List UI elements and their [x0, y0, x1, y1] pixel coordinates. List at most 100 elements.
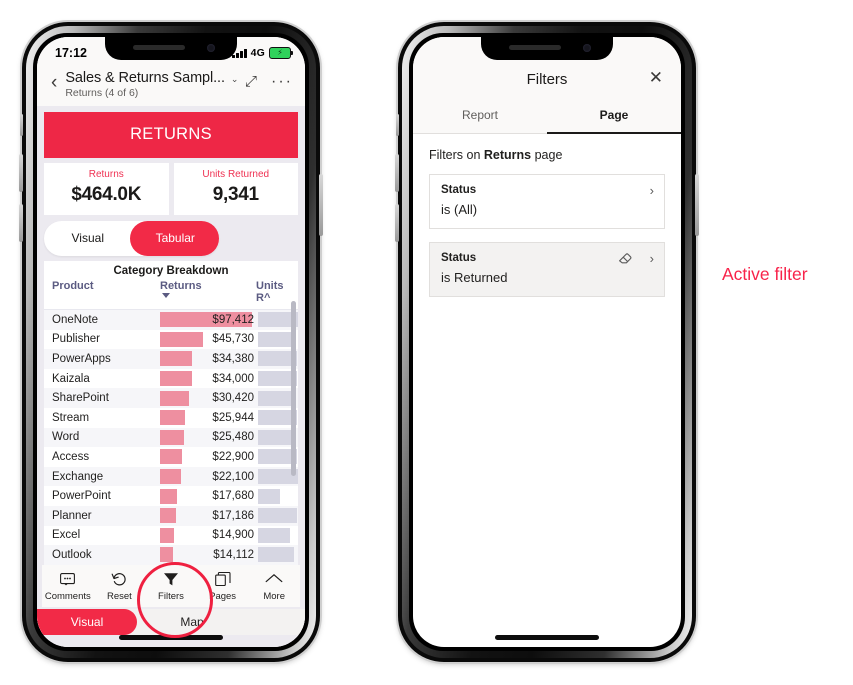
- cell-units-returned: [256, 312, 298, 328]
- cell-product: Publisher: [52, 333, 100, 346]
- annotation-circle-filters: [137, 562, 213, 638]
- tab-page[interactable]: Page: [547, 100, 681, 134]
- column-header-units-returned[interactable]: Units R^: [256, 280, 290, 304]
- column-header-product[interactable]: Product: [52, 280, 160, 304]
- earpiece-speaker: [133, 45, 185, 50]
- cell-product: SharePoint: [52, 392, 109, 405]
- filter-card-status-all[interactable]: Status is (All) ›: [429, 174, 665, 229]
- cell-product: Access: [52, 450, 90, 463]
- cell-units-returned: [256, 331, 297, 347]
- table-row[interactable]: SharePoint $30,420: [44, 388, 298, 408]
- cell-returns: $34,380: [160, 351, 256, 367]
- cell-returns: $34,000: [160, 371, 256, 387]
- toggle-option-tabular[interactable]: Tabular: [132, 221, 220, 256]
- network-label: 4G: [250, 47, 265, 59]
- cell-units-returned: [256, 527, 290, 543]
- cell-returns-value: $25,944: [212, 411, 254, 424]
- back-icon[interactable]: ‹: [49, 68, 65, 92]
- cell-returns: $17,680: [160, 488, 256, 504]
- cell-returns-value: $34,000: [212, 372, 254, 385]
- cell-units-returned: [256, 488, 290, 504]
- table-row[interactable]: PowerApps $34,380: [44, 349, 298, 369]
- units-bar: [258, 488, 281, 504]
- close-x-icon[interactable]: ✕: [649, 69, 663, 86]
- cell-product: Exchange: [52, 470, 104, 483]
- home-indicator[interactable]: [495, 635, 599, 640]
- header-actions: ⤢ ···: [245, 68, 293, 90]
- cell-returns-value: $17,680: [212, 490, 254, 503]
- table-row[interactable]: Access $22,900: [44, 447, 298, 467]
- table-row[interactable]: Exchange $22,100: [44, 466, 298, 487]
- right-phone-inner-frame: Filters ✕ Report Page Filters on Returns…: [409, 33, 685, 651]
- chevron-right-icon[interactable]: ›: [650, 251, 654, 266]
- table-row[interactable]: Stream $25,944: [44, 408, 298, 428]
- filter-card-status-returned[interactable]: Status is Returned ›: [429, 242, 665, 297]
- more-horizontal-icon[interactable]: ···: [271, 73, 293, 89]
- returns-bar: [160, 527, 175, 543]
- table-row[interactable]: PowerPoint $17,680: [44, 486, 298, 506]
- cell-product: OneNote: [52, 313, 99, 326]
- cell-units-returned: [256, 390, 297, 406]
- table-row[interactable]: Publisher $45,730: [44, 330, 298, 350]
- chevron-right-icon[interactable]: ›: [650, 183, 654, 198]
- table-row[interactable]: Word $25,480: [44, 427, 298, 448]
- cell-returns: $17,186: [160, 508, 256, 524]
- kpi-row: Returns $464.0K Units Returned 9,341: [44, 163, 298, 215]
- volume-up-button: [19, 154, 23, 192]
- cell-units-returned: [256, 508, 297, 524]
- page-subtitle: Returns (4 of 6): [65, 87, 139, 99]
- units-bar: [258, 429, 293, 445]
- kpi-label: Returns: [88, 169, 124, 180]
- cell-returns: $25,944: [160, 410, 256, 426]
- toggle-option-visual[interactable]: Visual: [44, 221, 132, 256]
- annotation-active-filter-label: Active filter: [722, 264, 808, 284]
- column-truncation-caret: ^: [263, 292, 271, 304]
- table-row[interactable]: Excel $14,900: [44, 526, 298, 546]
- kpi-card-units-returned[interactable]: Units Returned 9,341: [173, 163, 298, 215]
- report-title-row[interactable]: Sales & Returns Sampl... ⌄: [65, 70, 245, 86]
- right-phone-screen: Filters ✕ Report Page Filters on Returns…: [413, 37, 681, 647]
- front-camera: [583, 44, 591, 52]
- fullscreen-icon[interactable]: ⤢: [245, 73, 257, 90]
- cell-units-returned: [256, 410, 297, 426]
- units-bar: [258, 547, 294, 563]
- returns-bar: [160, 508, 177, 524]
- cell-units-returned: [256, 547, 294, 563]
- cell-returns-value: $97,412: [212, 313, 254, 326]
- table-scrollbar[interactable]: [291, 301, 296, 476]
- returns-bar: [160, 469, 181, 485]
- toolbar-button-comments[interactable]: Comments: [42, 571, 94, 602]
- table-row[interactable]: Planner $17,186: [44, 505, 298, 526]
- chevron-down-icon[interactable]: ⌄: [231, 74, 239, 85]
- right-phone-device: Filters ✕ Report Page Filters on Returns…: [395, 22, 699, 662]
- filters-tab-strip: Report Page: [413, 100, 681, 134]
- eraser-clear-filter-icon[interactable]: [618, 251, 632, 270]
- cell-returns: $25,480: [160, 429, 256, 445]
- cell-returns: $14,112: [160, 547, 256, 563]
- left-phone-inner-frame: 17:12 4G ⚡ ‹ Sales & Returns Sampl... ⌄: [33, 33, 309, 651]
- kpi-card-returns[interactable]: Returns $464.0K: [44, 163, 169, 215]
- cell-returns-value: $30,420: [212, 392, 254, 405]
- visual-tabular-toggle[interactable]: Visual Tabular: [44, 221, 219, 256]
- toolbar-button-more[interactable]: More: [248, 571, 300, 602]
- page-tab-visual[interactable]: Visual: [37, 609, 137, 635]
- cell-product: Stream: [52, 411, 90, 424]
- table-row[interactable]: Kaizala $34,000: [44, 369, 298, 389]
- app-header: ‹ Sales & Returns Sampl... ⌄ Returns (4 …: [37, 66, 305, 106]
- cell-product: Excel: [52, 529, 81, 542]
- cell-returns: $97,412: [160, 312, 256, 328]
- volume-down-button: [395, 204, 399, 242]
- table-title: Category Breakdown: [113, 265, 229, 277]
- column-header-returns-label: Returns: [160, 280, 202, 292]
- volume-down-button: [19, 204, 23, 242]
- tab-report[interactable]: Report: [413, 100, 547, 134]
- cell-returns: $30,420: [160, 390, 256, 406]
- cell-product: Word: [52, 431, 80, 444]
- units-bar: [258, 527, 290, 543]
- filters-pane-title: Filters: [526, 71, 568, 88]
- table-row[interactable]: OneNote $97,412: [44, 310, 298, 330]
- column-header-returns[interactable]: Returns: [160, 280, 256, 304]
- notch: [481, 37, 613, 60]
- scope-prefix: Filters on: [429, 148, 484, 162]
- cell-units-returned: [256, 449, 297, 465]
